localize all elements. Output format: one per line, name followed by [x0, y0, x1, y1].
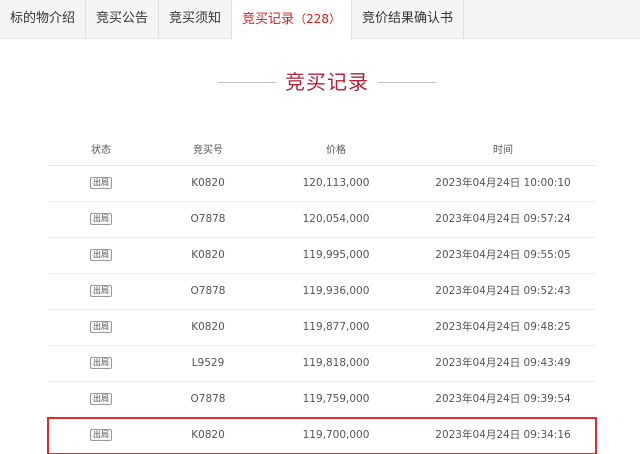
table-row: 出局 O7878 119,759,000 2023年04月24日 09:39:5…: [48, 382, 596, 418]
price-cell: 119,818,000: [302, 357, 370, 369]
status-cell: 出局: [48, 238, 154, 273]
tab-result-confirmation[interactable]: 竞价结果确认书: [352, 0, 464, 38]
tab-label: 标的物介绍: [10, 11, 76, 26]
bid-number-cell: O7878: [190, 393, 226, 405]
bid-number-cell: K0820: [191, 321, 225, 333]
tab-label: 竞价结果确认书: [361, 11, 453, 26]
price-cell: 120,054,000: [302, 213, 370, 225]
status-badge: 出局: [90, 249, 112, 261]
status-cell: 出局: [48, 346, 154, 381]
table-row: 出局 L9529 119,818,000 2023年04月24日 09:43:4…: [48, 346, 596, 382]
bid-number-cell: O7878: [190, 285, 226, 297]
status-cell: 出局: [48, 166, 154, 201]
table-row: 出局 O7878 120,054,000 2023年04月24日 09:57:2…: [48, 202, 596, 238]
bid-number-cell: O7878: [190, 213, 226, 225]
time-cell: 2023年04月24日 09:57:24: [435, 213, 571, 225]
bid-records-table: 状态 竞买号 价格 时间 出局 K0820 120,113,000 2023年0…: [47, 137, 597, 454]
status-badge: 出局: [90, 429, 112, 441]
table-row: 出局 K0820 119,877,000 2023年04月24日 09:48:2…: [48, 310, 596, 346]
price-cell: 119,759,000: [302, 393, 370, 405]
time-cell: 2023年04月24日 09:43:49: [435, 357, 571, 369]
header-status: 状态: [91, 145, 111, 156]
time-cell: 2023年04月24日 10:00:10: [435, 177, 571, 189]
status-badge: 出局: [90, 285, 112, 297]
header-time: 时间: [493, 145, 513, 156]
status-badge: 出局: [90, 321, 112, 333]
status-cell: 出局: [48, 202, 154, 237]
tab-bar: 标的物介绍 竞买公告 竞买须知 竞买记录（228） 竞价结果确认书: [0, 0, 640, 39]
tab-label: 竞买公告: [96, 11, 149, 26]
tab-count: （228）: [294, 12, 341, 26]
status-cell: 出局: [48, 418, 154, 453]
section-title: 竞买记录: [285, 70, 369, 94]
table-row: 出局 O7878 119,936,000 2023年04月24日 09:52:4…: [48, 274, 596, 310]
status-badge: 出局: [90, 357, 112, 369]
time-cell: 2023年04月24日 09:48:25: [435, 321, 571, 333]
table-row: 出局 K0820 119,995,000 2023年04月24日 09:55:0…: [48, 238, 596, 274]
status-badge: 出局: [90, 213, 112, 225]
title-divider-left: [218, 82, 276, 83]
tab-item-intro[interactable]: 标的物介绍: [0, 0, 87, 38]
tab-label: 竞买记录: [242, 12, 295, 27]
price-cell: 119,700,000: [302, 429, 370, 441]
status-cell: 出局: [48, 382, 154, 417]
header-price: 价格: [326, 145, 346, 156]
time-cell: 2023年04月24日 09:39:54: [435, 393, 571, 405]
table-row: 出局 K0820 120,113,000 2023年04月24日 10:00:1…: [48, 166, 596, 202]
price-cell: 119,936,000: [302, 285, 370, 297]
bid-number-cell: K0820: [191, 429, 225, 441]
tab-label: 竞买须知: [169, 11, 222, 26]
header-bid-number: 竞买号: [193, 145, 223, 156]
status-cell: 出局: [48, 310, 154, 345]
bid-number-cell: K0820: [191, 249, 225, 261]
time-cell: 2023年04月24日 09:34:16: [435, 429, 571, 441]
table-header: 状态 竞买号 价格 时间: [48, 137, 596, 166]
status-badge: 出局: [90, 177, 112, 189]
time-cell: 2023年04月24日 09:52:43: [435, 285, 571, 297]
status-badge: 出局: [90, 393, 112, 405]
status-cell: 出局: [48, 274, 154, 309]
time-cell: 2023年04月24日 09:55:05: [435, 249, 571, 261]
price-cell: 119,877,000: [302, 321, 370, 333]
tab-bid-records[interactable]: 竞买记录（228）: [232, 0, 352, 39]
price-cell: 120,113,000: [302, 177, 370, 189]
tab-announcement[interactable]: 竞买公告: [86, 0, 160, 38]
tab-notice[interactable]: 竞买须知: [159, 0, 233, 38]
price-cell: 119,995,000: [302, 249, 370, 261]
table-row-highlighted: 出局 K0820 119,700,000 2023年04月24日 09:34:1…: [47, 417, 597, 454]
bid-number-cell: L9529: [191, 357, 225, 369]
title-divider-right: [378, 82, 436, 83]
section-header: 竞买记录: [0, 64, 640, 100]
bid-number-cell: K0820: [191, 177, 225, 189]
